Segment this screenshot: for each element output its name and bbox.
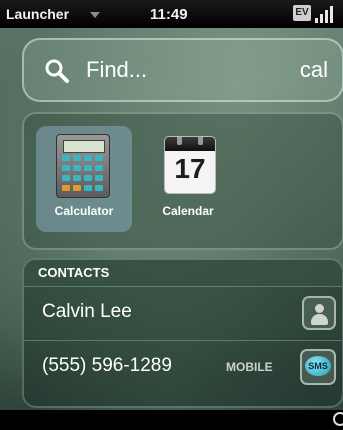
person-icon[interactable] bbox=[302, 296, 336, 330]
search-icon bbox=[45, 59, 69, 83]
search-placeholder: Find... bbox=[86, 57, 148, 82]
sms-icon-label: SMS bbox=[305, 356, 331, 376]
phone-type: MOBILE bbox=[226, 360, 273, 374]
contacts-header: CONTACTS bbox=[24, 260, 342, 286]
signal-strength-icon bbox=[315, 5, 337, 23]
app-results: Calculator 17 Calendar bbox=[22, 112, 343, 250]
app-menu-label[interactable]: Launcher bbox=[6, 6, 69, 22]
contact-name: Calvin Lee bbox=[42, 301, 132, 322]
app-label-calendar: Calendar bbox=[162, 204, 214, 218]
chevron-down-icon[interactable] bbox=[90, 12, 100, 18]
gesture-area bbox=[0, 410, 343, 430]
sms-icon[interactable]: SMS bbox=[300, 349, 336, 385]
calendar-icon: 17 bbox=[164, 136, 216, 194]
app-calendar[interactable]: 17 Calendar bbox=[140, 126, 236, 232]
contacts-results: CONTACTS Calvin Lee (555) 596-1289 MOBIL… bbox=[22, 258, 343, 408]
ev-network-icon: EV bbox=[293, 5, 311, 21]
app-label-calculator: Calculator bbox=[54, 204, 114, 218]
contact-phone-row[interactable]: (555) 596-1289 MOBILE SMS bbox=[24, 340, 342, 394]
contacts-title: CONTACTS bbox=[38, 265, 110, 280]
status-bar: Launcher 11:49 EV bbox=[0, 0, 343, 28]
search-query[interactable]: cal bbox=[300, 57, 328, 83]
calculator-icon bbox=[56, 134, 110, 198]
phone-number: (555) 596-1289 bbox=[42, 355, 172, 376]
calendar-day: 17 bbox=[174, 153, 206, 184]
clock: 11:49 bbox=[150, 6, 188, 23]
contact-row[interactable]: Calvin Lee bbox=[24, 286, 342, 340]
launcher-screen: Launcher 11:49 EV Find... cal Calculator… bbox=[0, 0, 343, 430]
gesture-indicator-icon bbox=[333, 412, 343, 426]
app-calculator[interactable]: Calculator bbox=[36, 126, 132, 232]
search-bar[interactable]: Find... cal bbox=[22, 38, 343, 102]
